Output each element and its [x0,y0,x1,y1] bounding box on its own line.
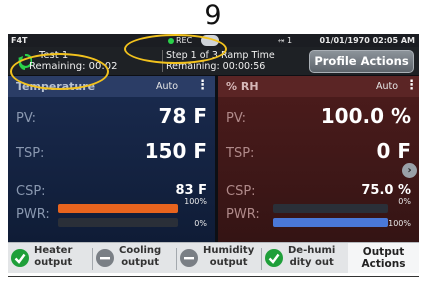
humidity-pwr-fill-bottom [273,218,388,227]
output-item-cooling[interactable]: Cooling output [93,243,177,273]
output-off-icon [96,249,114,267]
humidity-tsp-value[interactable]: 0 F [376,139,411,163]
temperature-pwr-label: PWR: [16,207,50,222]
temperature-pwr-fill-top [58,204,178,213]
record-toggle[interactable] [201,35,219,46]
humidity-csp-value: 75.0 % [361,183,411,198]
humidity-pv-value: 100.0 % [320,104,411,128]
profile-name: Test 1 [39,50,69,61]
usb-icon: ⬾ [278,36,285,45]
temperature-mode[interactable]: Auto [156,81,178,92]
temperature-pwr-bar-top [58,204,178,213]
output-item-dehumidity[interactable]: De-humi dity out [262,243,348,273]
temperature-pwr-top-pct: 100% [184,197,207,206]
output-actions-button[interactable]: Output Actions [348,243,419,273]
output-label: Humidity output [203,245,255,268]
step-remaining: Remaining: 00:00:56 [166,61,266,72]
temperature-pv-value: 78 F [158,104,207,128]
profile-remaining: Remaining: 00:02 [29,61,118,72]
profile-actions-button[interactable]: Profile Actions [309,50,414,73]
humidity-menu-icon[interactable]: ⋮ [405,78,418,93]
output-item-heater[interactable]: Heater output [8,243,93,273]
model-label: F4T [11,36,28,45]
humidity-pwr-top-pct: 0% [398,197,411,206]
humidity-tsp-label: TSP: [226,146,255,161]
temperature-panel[interactable]: Temperature Auto ⋮ PV: 78 F TSP: 150 F C… [8,76,215,242]
page-rule [8,276,419,277]
temperature-csp-label: CSP: [16,184,46,199]
temperature-csp-value: 83 F [175,183,208,198]
temperature-pwr-bar-bottom [58,218,178,227]
humidity-panel[interactable]: % RH Auto ⋮ PV: 100.0 % TSP: 0 F CSP: 75… [218,76,419,242]
step-info: Step 1 of 3 Ramp Time [166,50,275,61]
output-label: Heater output [34,245,73,268]
record-indicator[interactable]: REC [168,34,192,47]
usb-count: 1 [286,36,293,45]
output-item-humidity[interactable]: Humidity output [177,243,262,273]
output-on-icon [11,249,29,267]
record-dot-icon [168,37,174,44]
output-label: De-humi dity out [288,245,336,268]
humidity-mode[interactable]: Auto [376,81,398,92]
temperature-pv-label: PV: [16,111,37,126]
datetime: 01/01/1970 02:05 AM [319,36,415,45]
temperature-tsp-label: TSP: [16,146,45,161]
humidity-pwr-bottom-pct: 100% [388,219,411,228]
profile-header: Test 1 Remaining: 00:02 Step 1 of 3 Ramp… [8,47,419,75]
humidity-pwr-bar-top [273,204,388,213]
status-bar: F4T REC ⬾ 1 01/01/1970 02:05 AM [8,34,419,47]
output-bar: Heater output Cooling output Humidity outpu… [8,242,419,273]
humidity-csp-label: CSP: [226,184,256,199]
humidity-title: % RH [226,80,259,93]
output-off-icon [180,249,198,267]
output-on-icon [265,249,283,267]
temperature-pwr-bottom-pct: 0% [194,219,207,228]
output-label: Cooling output [119,245,162,268]
record-label: REC [176,36,193,45]
controller-screen: F4T REC ⬾ 1 01/01/1970 02:05 AM Test 1 R… [8,34,419,273]
temperature-tsp-value[interactable]: 150 F [145,139,207,163]
temperature-title: Temperature [16,80,96,93]
header-divider [162,50,163,72]
page-number: 9 [204,0,222,31]
humidity-pwr-label: PWR: [226,207,260,222]
usb-indicator: ⬾ 1 [278,34,292,47]
humidity-pwr-bar-bottom [273,218,388,227]
humidity-pv-label: PV: [226,111,247,126]
temperature-menu-icon[interactable]: ⋮ [196,78,209,93]
next-page-icon[interactable]: › [402,163,417,178]
